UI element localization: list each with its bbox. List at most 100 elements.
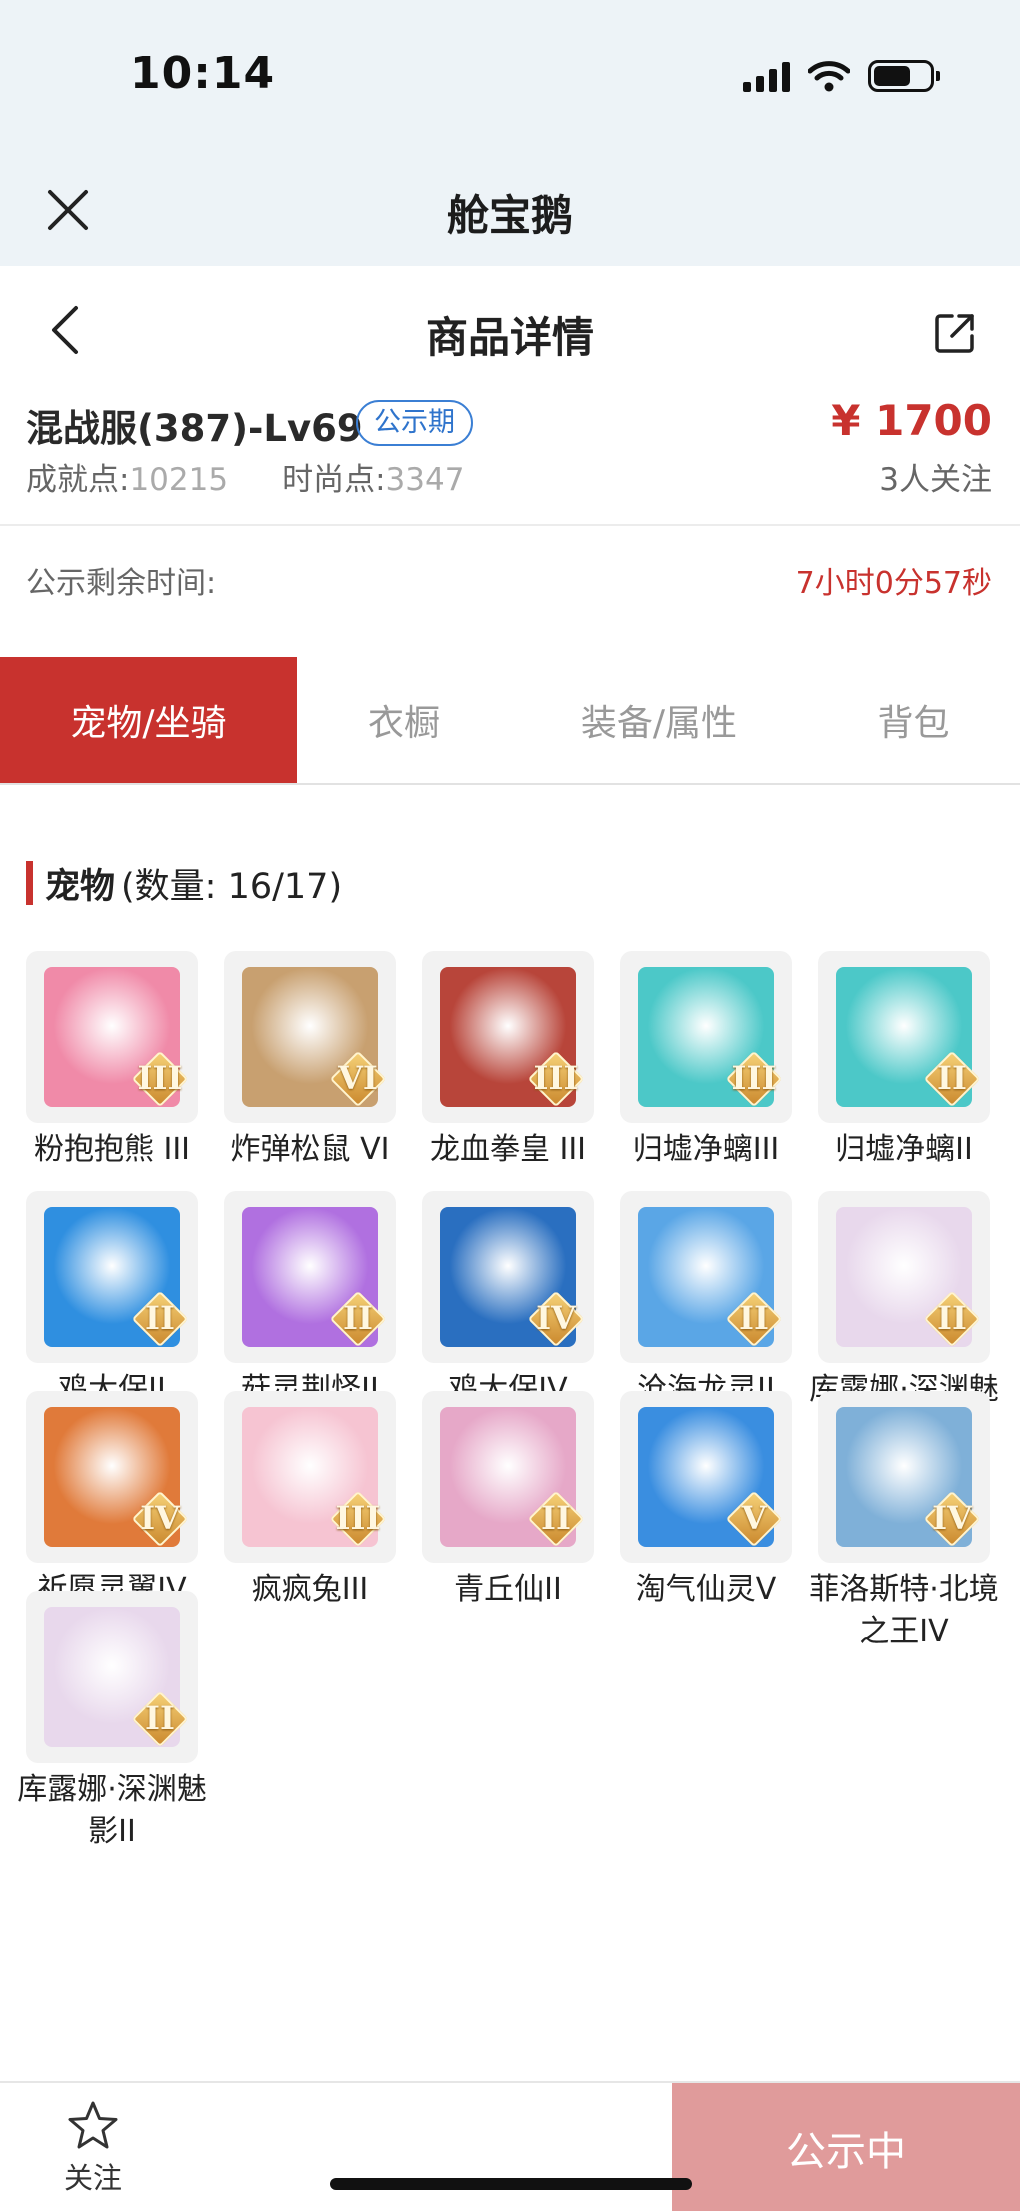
pet-thumbnail: V [620,1391,792,1563]
rank-badge-icon: III [725,1050,783,1108]
pet-thumbnail: IV [26,1391,198,1563]
follow-label: 关注 [63,2161,122,2195]
rank-badge-icon: III [131,1050,189,1108]
pet-name: 淘气仙灵V [635,1572,777,1607]
pet-name: 归墟净螭II [835,1132,973,1167]
countdown-label: 公示剩余时间: [26,566,217,601]
achievement-label: 成就点: [26,462,130,498]
fashion-value: 3347 [385,462,465,498]
pet-thumbnail: III [224,1391,396,1563]
pet-thumbnail: IV [818,1391,990,1563]
pet-thumbnail: II [224,1191,396,1363]
pet-thumbnail: II [818,1191,990,1363]
rank-badge-numeral: IV [140,1499,180,1537]
achievement-value: 10215 [129,462,229,498]
pet-name: 粉抱抱熊 III [33,1132,191,1167]
pet-item[interactable]: IV 鸡大保IV [422,1191,594,1411]
stats-row: 成就点:10215 时尚点:3347 [26,454,464,499]
status-time: 10:14 [130,48,276,99]
rank-badge-icon: II [527,1490,585,1548]
pet-name: 青丘仙II [454,1572,562,1607]
pet-item[interactable]: III 粉抱抱熊 III [26,951,198,1171]
rank-badge-icon: V [725,1490,783,1548]
pet-item[interactable]: II 青丘仙II [422,1391,594,1611]
page-title: 商品详情 [425,313,594,362]
bottom-bar: 关注 公示中 [0,2081,1020,2211]
pet-name: 疯疯兔III [251,1572,369,1607]
rank-badge-numeral: III [137,1059,183,1097]
follow-button[interactable]: 关注 [50,2099,136,2199]
rank-badge-numeral: II [145,1299,175,1337]
pet-name: 龙血拳皇 III [429,1132,587,1167]
pet-name: 炸弹松鼠 VI [230,1132,390,1167]
pet-thumbnail: II [620,1191,792,1363]
pet-thumbnail: II [818,951,990,1123]
pet-item[interactable]: III 归墟净螭III [620,951,792,1171]
pet-item[interactable]: II 库露娜·深渊魅影II [17,1591,207,1853]
section-accent-bar [26,861,33,905]
pet-thumbnail: III [620,951,792,1123]
pet-item[interactable]: IV 祈愿灵翼IV [26,1391,198,1611]
pet-thumbnail: III [422,951,594,1123]
rank-badge-icon: VI [329,1050,387,1108]
star-icon [68,2101,118,2149]
rank-badge-icon: III [527,1050,585,1108]
battery-icon [868,60,940,92]
rank-badge-numeral: IV [536,1299,576,1337]
tab-wardrobe[interactable]: 衣橱 [297,657,511,783]
rank-badge-numeral: III [533,1059,579,1097]
pet-item[interactable]: II 鸡大保II [26,1191,198,1411]
share-icon[interactable] [932,310,978,356]
rank-badge-numeral: II [541,1499,571,1537]
pet-thumbnail: III [26,951,198,1123]
rank-badge-icon: II [923,1290,981,1348]
rank-badge-numeral: IV [932,1499,972,1537]
rank-badge-numeral: II [937,1299,967,1337]
wifi-icon [808,61,850,92]
rank-badge-icon: III [329,1490,387,1548]
divider [0,524,1020,526]
pet-name: 归墟净螭III [632,1132,780,1167]
tab-backpack[interactable]: 背包 [807,657,1020,783]
rank-badge-numeral: III [335,1499,381,1537]
pet-item[interactable]: II 菇灵荆怪II [224,1191,396,1411]
pet-item[interactable]: II 沧海龙灵II [620,1191,792,1411]
rank-badge-numeral: II [343,1299,373,1337]
page-header: 商品详情 [0,266,1020,396]
pet-item[interactable]: IV 菲洛斯特·北境之王IV [809,1391,999,1653]
section-count: (数量: 16/17) [121,866,343,907]
rank-badge-icon: II [725,1290,783,1348]
rank-badge-numeral: II [739,1299,769,1337]
pet-thumbnail: VI [224,951,396,1123]
rank-badge-icon: IV [527,1290,585,1348]
cellular-signal-icon [743,60,790,92]
rank-badge-numeral: II [937,1059,967,1097]
status-icons [743,56,940,96]
pet-thumbnail: IV [422,1191,594,1363]
pet-thumbnail: II [422,1391,594,1563]
tab-equipment-attributes[interactable]: 装备/属性 [511,657,807,783]
section-title: 宠物 [45,866,116,907]
pet-item[interactable]: VI 炸弹松鼠 VI [224,951,396,1171]
pet-item[interactable]: V 淘气仙灵V [620,1391,792,1611]
miniprogram-title: 舱宝鹅 [446,191,573,240]
top-area: 10:14 舱宝鹅 [0,0,1020,266]
status-badge: 公示期 [356,400,473,446]
pet-thumbnail: II [26,1591,198,1763]
pet-item[interactable]: III 龙血拳皇 III [422,951,594,1171]
pet-name: 菲洛斯特·北境之王IV [809,1572,999,1649]
product-name: 混战服(387)-Lv69 [26,407,363,450]
followers-count: 3人关注 [879,462,992,498]
pet-thumbnail: II [26,1191,198,1363]
pets-section-header: 宠物 (数量: 16/17) [26,860,343,907]
pet-name: 库露娜·深渊魅影II [17,1772,207,1849]
pet-item[interactable]: III 疯疯兔III [224,1391,396,1611]
rank-badge-icon: II [131,1290,189,1348]
countdown-value: 7小时0分57秒 [795,566,992,601]
tab-pets-mounts[interactable]: 宠物/坐骑 [0,657,297,783]
rank-badge-numeral: V [741,1499,767,1537]
rank-badge-numeral: II [145,1699,175,1737]
pet-item[interactable]: II 归墟净螭II [818,951,990,1171]
rank-badge-numeral: III [731,1059,777,1097]
publicity-status-button[interactable]: 公示中 [672,2083,1020,2211]
